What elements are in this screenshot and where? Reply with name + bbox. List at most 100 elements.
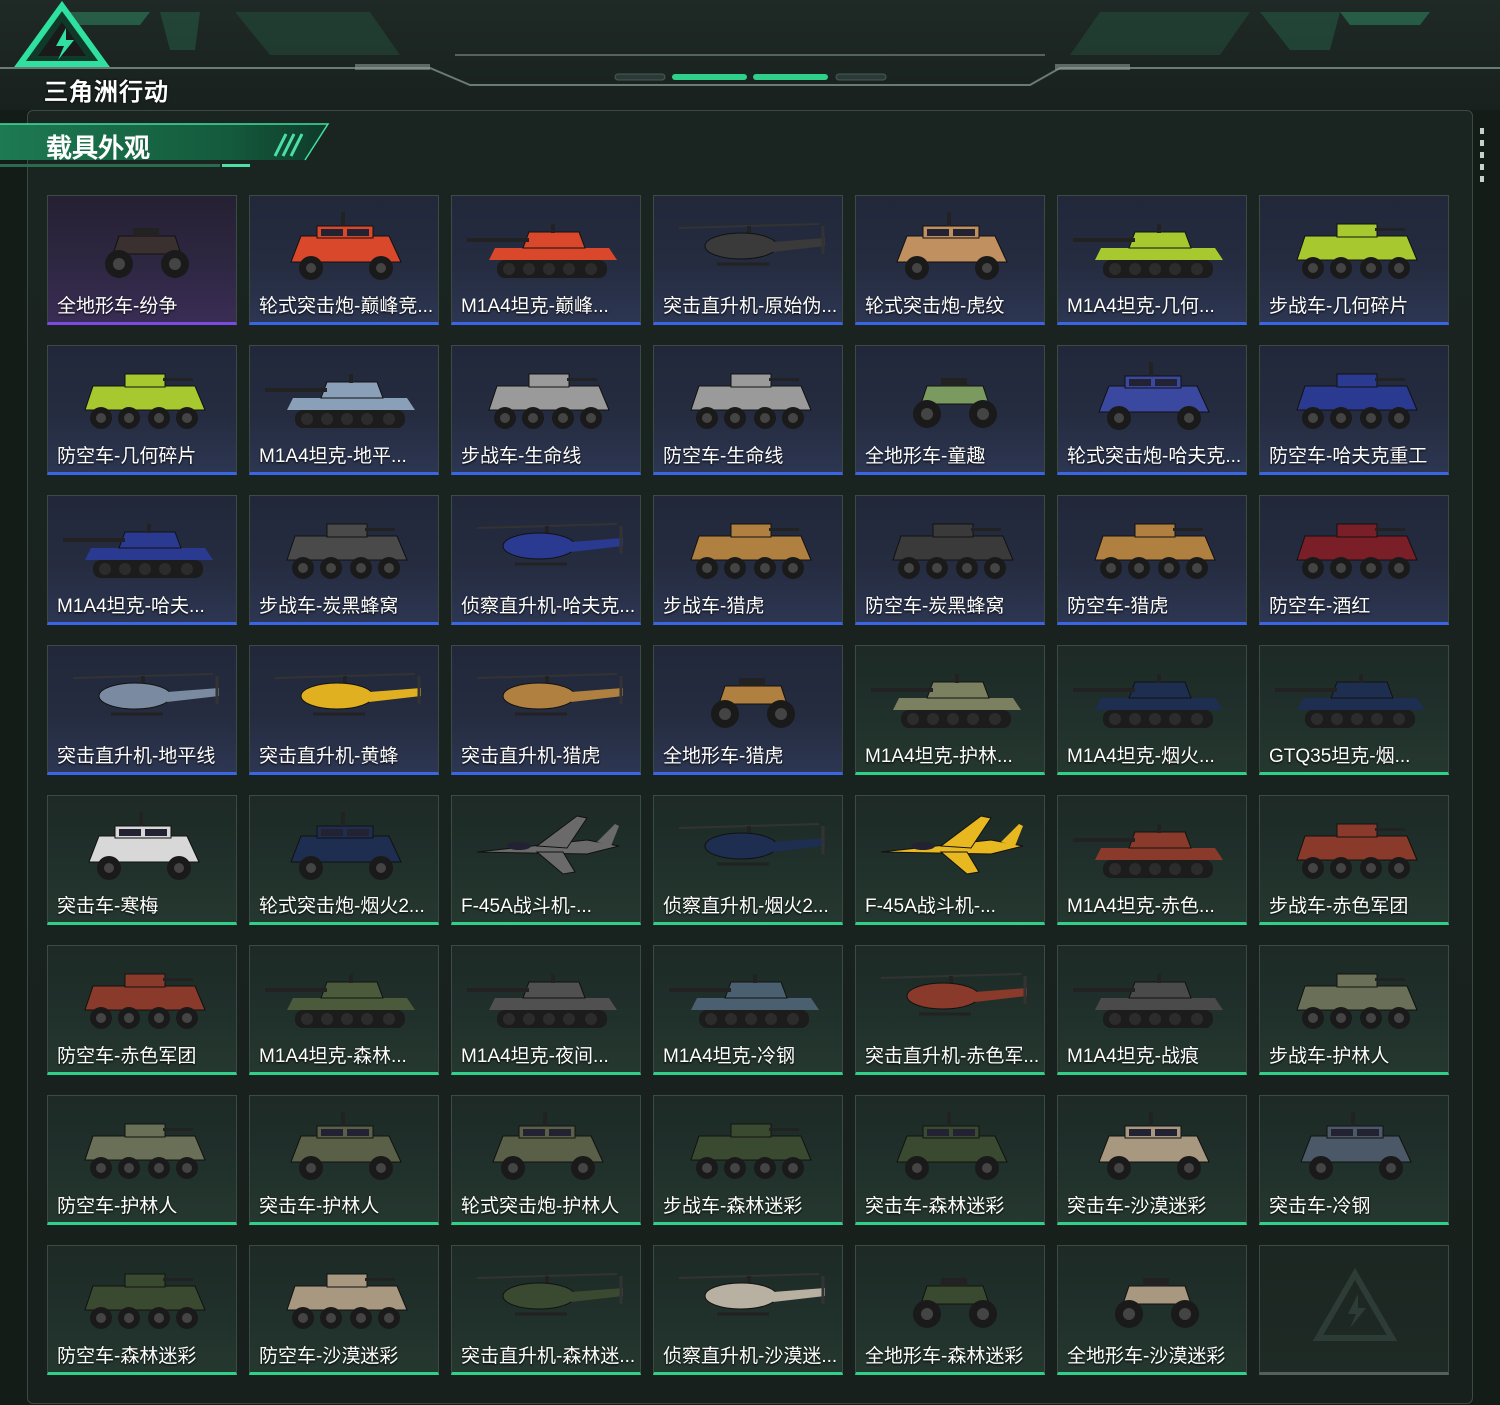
skin-label: 防空车-森林迷彩	[57, 1346, 197, 1367]
skin-card[interactable]: 突击车-沙漠迷彩	[1057, 1095, 1247, 1225]
skin-card[interactable]: 轮式突击炮-哈夫克...	[1057, 345, 1247, 475]
skin-grid: 全地形车-纷争 轮式突击炮-巅峰竞... M1A4坦克-巅峰... 突击直升机-…	[47, 195, 1449, 1375]
skin-card[interactable]: F-45A战斗机-...	[451, 795, 641, 925]
tank-icon	[1275, 674, 1425, 728]
skin-card[interactable]: 侦察直升机-烟火2...	[653, 795, 843, 925]
skin-label: 突击车-护林人	[259, 1196, 380, 1217]
skin-card[interactable]: M1A4坦克-冷钢	[653, 945, 843, 1075]
skin-label: M1A4坦克-地平...	[259, 446, 407, 467]
skin-card[interactable]: 全地形车-纷争	[47, 195, 237, 325]
skin-card[interactable]: 突击车-冷钢	[1259, 1095, 1449, 1225]
skin-label: 步战车-赤色军团	[1269, 896, 1409, 917]
skin-card[interactable]: 防空车-几何碎片	[47, 345, 237, 475]
skin-card[interactable]: 突击直升机-地平线	[47, 645, 237, 775]
skin-card[interactable]: M1A4坦克-赤色...	[1057, 795, 1247, 925]
skin-card[interactable]: 突击直升机-猎虎	[451, 645, 641, 775]
skin-card[interactable]: 防空车-炭黑蜂窝	[855, 495, 1045, 625]
heli-icon	[880, 973, 1027, 1016]
tank-icon	[265, 374, 415, 428]
skin-label: 全地形车-纷争	[57, 296, 178, 317]
tank-icon	[1073, 824, 1223, 878]
apc-icon	[690, 523, 812, 579]
skin-card[interactable]: 防空车-生命线	[653, 345, 843, 475]
skin-card[interactable]: M1A4坦克-森林...	[249, 945, 439, 1075]
delta-force-watermark-icon	[1312, 1268, 1398, 1341]
skin-card[interactable]: M1A4坦克-几何...	[1057, 195, 1247, 325]
logo-text: 三角洲行动	[44, 79, 169, 106]
skin-card[interactable]: 轮式突击炮-虎纹	[855, 195, 1045, 325]
skin-label: 突击直升机-猎虎	[461, 746, 601, 767]
skin-label: 步战车-森林迷彩	[663, 1196, 803, 1217]
skin-card[interactable]: 全地形车-猎虎	[653, 645, 843, 775]
skin-card[interactable]: 步战车-炭黑蜂窝	[249, 495, 439, 625]
skin-card[interactable]: 全地形车-童趣	[855, 345, 1045, 475]
skin-card[interactable]: 轮式突击炮-巅峰竞...	[249, 195, 439, 325]
skin-label: M1A4坦克-哈夫...	[57, 596, 205, 617]
skin-card[interactable]: 全地形车-沙漠迷彩	[1057, 1245, 1247, 1375]
skin-card[interactable]: 步战车-森林迷彩	[653, 1095, 843, 1225]
skin-card[interactable]: 防空车-酒红	[1259, 495, 1449, 625]
skin-label: M1A4坦克-几何...	[1067, 296, 1215, 317]
skin-card[interactable]: 防空车-护林人	[47, 1095, 237, 1225]
skin-card[interactable]: 步战车-几何碎片	[1259, 195, 1449, 325]
skin-card[interactable]: 轮式突击炮-护林人	[451, 1095, 641, 1225]
skin-card[interactable]: 侦察直升机-哈夫克...	[451, 495, 641, 625]
skin-card[interactable]: 防空车-哈夫克重工	[1259, 345, 1449, 475]
skin-card[interactable]: M1A4坦克-战痕	[1057, 945, 1247, 1075]
skin-label: 突击车-冷钢	[1269, 1196, 1371, 1217]
section-title: 载具外观	[46, 133, 151, 163]
skin-label: 防空车-哈夫克重工	[1269, 446, 1428, 467]
skin-card[interactable]: M1A4坦克-烟火...	[1057, 645, 1247, 775]
skin-card[interactable]: 防空车-沙漠迷彩	[249, 1245, 439, 1375]
apc-icon	[1296, 373, 1418, 429]
skin-card[interactable]: 突击车-寒梅	[47, 795, 237, 925]
skin-card[interactable]: 突击直升机-原始伪...	[653, 195, 843, 325]
skin-label: M1A4坦克-森林...	[259, 1046, 407, 1067]
skin-card[interactable]: 步战车-护林人	[1259, 945, 1449, 1075]
apc-icon	[1296, 973, 1418, 1029]
skin-label: F-45A战斗机-...	[865, 896, 996, 917]
skin-card[interactable]: M1A4坦克-哈夫...	[47, 495, 237, 625]
atv-icon	[1115, 1278, 1199, 1328]
skin-card[interactable]: 突击车-护林人	[249, 1095, 439, 1225]
skin-card[interactable]: M1A4坦克-夜间...	[451, 945, 641, 1075]
skin-card[interactable]: F-45A战斗机-...	[855, 795, 1045, 925]
skin-card[interactable]: 防空车-森林迷彩	[47, 1245, 237, 1375]
top-bar: 三角洲行动	[0, 0, 1500, 110]
skin-label: 防空车-几何碎片	[57, 446, 197, 467]
skin-card[interactable]: 轮式突击炮-烟火2...	[249, 795, 439, 925]
skin-card[interactable]: GTQ35坦克-烟...	[1259, 645, 1449, 775]
car-icon	[492, 1112, 604, 1180]
skin-card[interactable]: 突击直升机-黄蜂	[249, 645, 439, 775]
apc-icon	[84, 973, 206, 1029]
skin-card[interactable]: 突击车-森林迷彩	[855, 1095, 1045, 1225]
skin-label: GTQ35坦克-烟...	[1269, 746, 1411, 767]
skin-label: 侦察直升机-哈夫克...	[461, 596, 636, 617]
skin-card[interactable]: 防空车-赤色军团	[47, 945, 237, 1075]
skin-card[interactable]: M1A4坦克-护林...	[855, 645, 1045, 775]
apc-icon	[286, 523, 408, 579]
skin-label: 突击直升机-地平线	[57, 746, 216, 767]
skin-label: 防空车-赤色军团	[57, 1046, 197, 1067]
car-icon	[290, 1112, 402, 1180]
skin-card[interactable]: 步战车-猎虎	[653, 495, 843, 625]
skin-card[interactable]: 全地形车-森林迷彩	[855, 1245, 1045, 1375]
skin-card[interactable]: 步战车-赤色军团	[1259, 795, 1449, 925]
tank-icon	[467, 224, 617, 278]
skin-label: M1A4坦克-夜间...	[461, 1046, 609, 1067]
tank-icon	[63, 524, 213, 578]
apc-icon	[892, 523, 1014, 579]
skin-label: 全地形车-猎虎	[663, 746, 784, 767]
skin-card[interactable]: 突击直升机-赤色军...	[855, 945, 1045, 1075]
side-scroll-indicator[interactable]	[1480, 128, 1484, 188]
skin-card[interactable]: M1A4坦克-巅峰...	[451, 195, 641, 325]
skin-label: 突击直升机-黄蜂	[259, 746, 399, 767]
skin-label: 轮式突击炮-巅峰竞...	[259, 296, 434, 317]
skin-card[interactable]: 侦察直升机-沙漠迷...	[653, 1245, 843, 1375]
skin-card[interactable]: M1A4坦克-地平...	[249, 345, 439, 475]
skin-label: M1A4坦克-巅峰...	[461, 296, 609, 317]
skin-card[interactable]: 步战车-生命线	[451, 345, 641, 475]
skin-label: 防空车-生命线	[663, 446, 784, 467]
skin-card[interactable]: 突击直升机-森林迷...	[451, 1245, 641, 1375]
skin-card[interactable]: 防空车-猎虎	[1057, 495, 1247, 625]
